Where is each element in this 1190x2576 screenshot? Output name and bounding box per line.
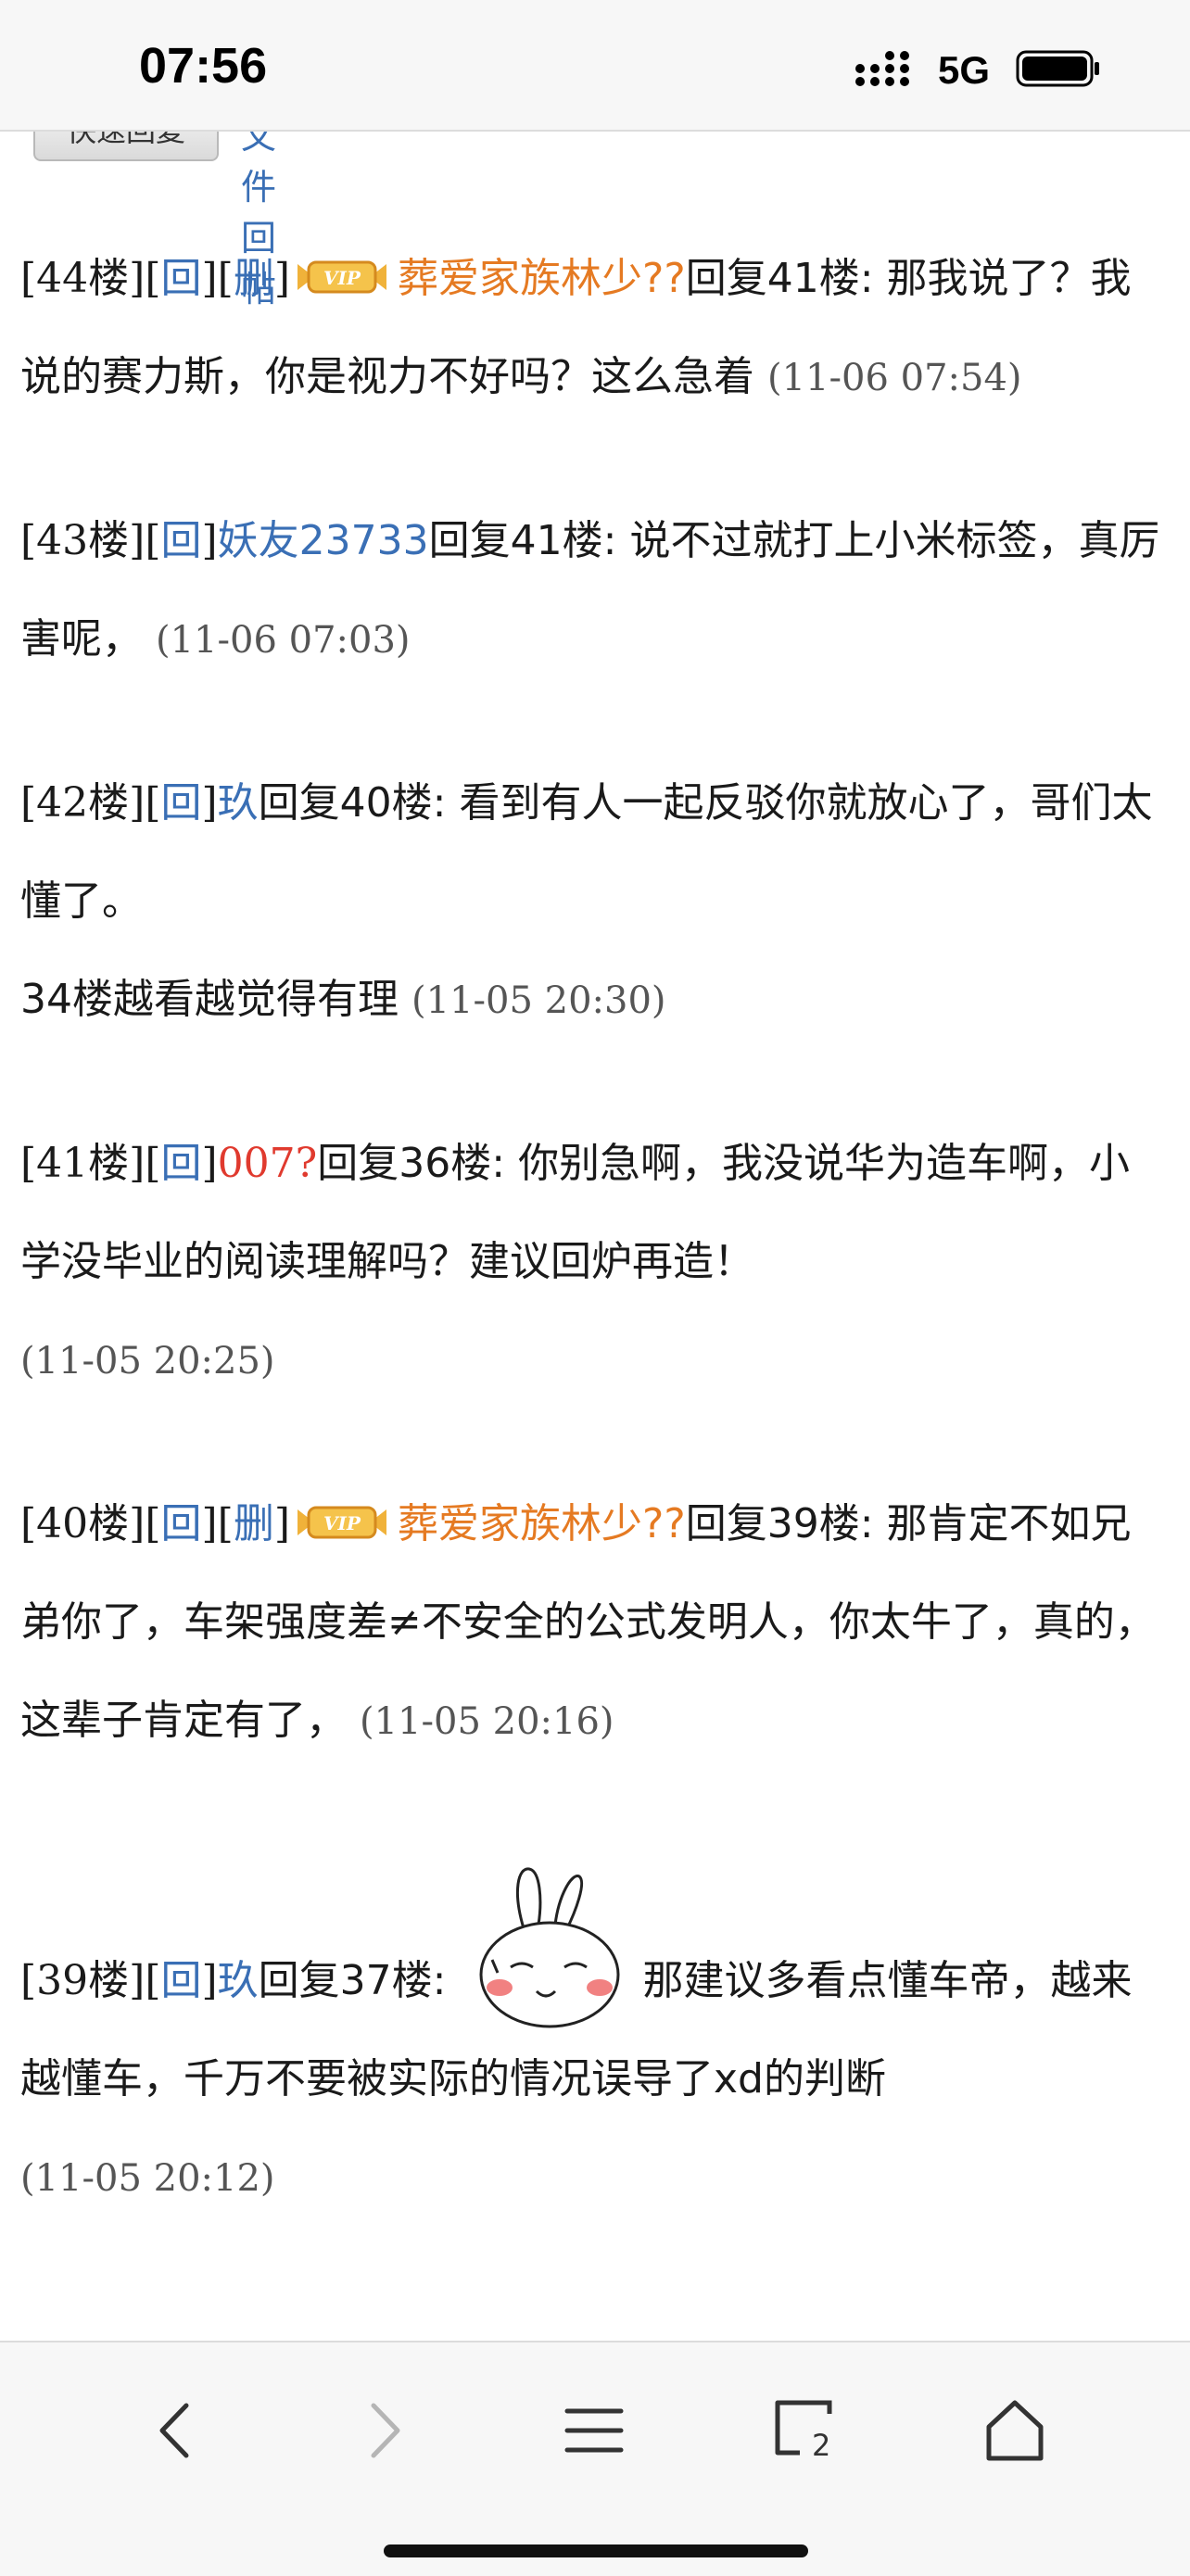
- tabs-icon: [775, 2400, 832, 2456]
- reply-post: [40楼][回][删] VIP 葬爱家族林少??回复39楼: 那肯定不如兄弟你了…: [20, 1500, 1156, 1744]
- vip-badge-icon: VIP: [298, 1506, 387, 1538]
- reply-to-label: 回复36楼:: [317, 1140, 506, 1187]
- reply-post: [42楼][回]玖回复40楼: 看到有人一起反驳你就放心了，哥们太懂了。 34楼…: [20, 779, 1153, 1023]
- reply-to-label: 回复39楼:: [685, 1500, 874, 1547]
- floor-label: [41楼]: [20, 1140, 146, 1187]
- battery-icon: [1016, 50, 1099, 87]
- reply-link[interactable]: 回: [161, 1500, 202, 1547]
- rabbit-emoji-icon: [457, 1863, 631, 2030]
- reply-link[interactable]: 回: [161, 255, 202, 302]
- svg-text:VIP: VIP: [323, 267, 361, 289]
- reply-link[interactable]: 回: [161, 779, 202, 827]
- username-link[interactable]: 葬爱家族林少??: [398, 1500, 686, 1547]
- reply-link[interactable]: 回: [161, 1140, 202, 1187]
- reply-to-label: 回复41楼:: [428, 517, 617, 564]
- reply-link[interactable]: 回: [161, 517, 202, 564]
- username-link[interactable]: 玖: [218, 1957, 259, 2004]
- floor-label: [39楼]: [20, 1957, 146, 2004]
- reply-link[interactable]: 回: [161, 1957, 202, 2004]
- menu-button[interactable]: [543, 2380, 645, 2481]
- cellular-signal-icon: [855, 51, 909, 86]
- floor-label: [42楼]: [20, 779, 146, 827]
- reply-to-label: 回复37楼:: [258, 1957, 447, 2004]
- reply-post: [39楼][回]玖回复37楼: 那建议多看点懂车帝，越来越懂车，千万不要被实际的…: [20, 1863, 1170, 2228]
- reply-text-line2: 34楼越看越觉得有理: [20, 976, 399, 1023]
- tabs-count: 2: [812, 2428, 831, 2463]
- status-time: 07:56: [139, 38, 268, 94]
- delete-link[interactable]: 删: [234, 1500, 274, 1547]
- home-indicator[interactable]: [384, 2544, 808, 2557]
- forward-icon: [371, 2403, 400, 2458]
- floor-label: [43楼]: [20, 517, 146, 564]
- timestamp: (11-05 20:25): [20, 1340, 275, 1383]
- svg-text:VIP: VIP: [323, 1512, 361, 1534]
- back-icon: [159, 2403, 189, 2458]
- forward-button[interactable]: [334, 2380, 436, 2481]
- home-icon: [986, 2400, 1044, 2461]
- username-link[interactable]: 妖友23733: [218, 517, 429, 564]
- delete-link[interactable]: 删: [234, 255, 274, 302]
- timestamp: (11-05 20:16): [360, 1700, 614, 1743]
- timestamp: (11-06 07:03): [156, 619, 411, 662]
- status-bar: 07:56 5G: [0, 0, 1190, 132]
- timestamp: (11-05 20:12): [20, 2157, 275, 2200]
- reply-post: [44楼][回][删] VIP 葬爱家族林少??回复41楼: 那我说了？我说的赛…: [20, 255, 1132, 400]
- menu-icon: [564, 2408, 624, 2453]
- network-type: 5G: [938, 48, 991, 92]
- reply-to-label: 回复40楼:: [258, 779, 447, 827]
- timestamp: (11-05 20:30): [411, 979, 666, 1022]
- tabs-button[interactable]: 2: [754, 2380, 856, 2481]
- home-button[interactable]: [964, 2380, 1066, 2481]
- browser-toolbar: 2: [0, 2341, 1190, 2576]
- reply-list: [44楼][回][删] VIP 葬爱家族林少??回复41楼: 那我说了？我说的赛…: [20, 230, 1170, 2292]
- username-link[interactable]: 葬爱家族林少??: [398, 255, 686, 302]
- timestamp: (11-06 07:54): [767, 357, 1022, 399]
- floor-label: [44楼]: [20, 255, 146, 302]
- reply-post: [43楼][回]妖友23733回复41楼: 说不过就打上小米标签，真厉害呢， (…: [20, 517, 1160, 663]
- username-link[interactable]: 玖: [218, 779, 259, 827]
- username-link[interactable]: 007?: [218, 1140, 318, 1187]
- vip-badge-icon: VIP: [298, 260, 387, 293]
- back-button[interactable]: [124, 2380, 226, 2481]
- reply-post: [41楼][回]007?回复36楼: 你别急啊，我没说华为造车啊，小学没毕业的阅…: [20, 1140, 1131, 1383]
- floor-label: [40楼]: [20, 1500, 146, 1547]
- reply-to-label: 回复41楼:: [685, 255, 874, 302]
